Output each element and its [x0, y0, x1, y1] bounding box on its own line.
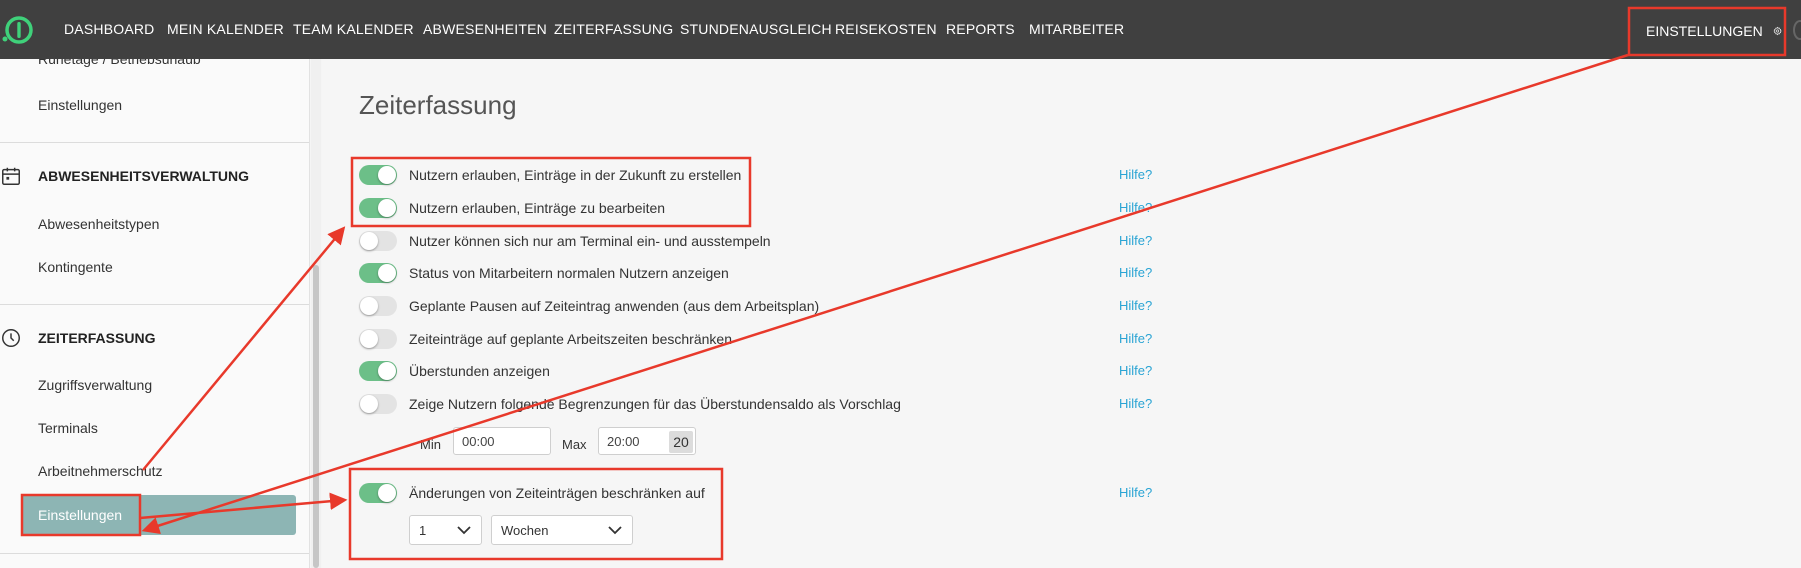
setting-row-overtime: Überstunden anzeigen — [359, 359, 550, 383]
toggle-terminal-only[interactable] — [359, 231, 397, 251]
clock-icon — [2, 329, 20, 347]
setting-row-planned-breaks: Geplante Pausen auf Zeiteintrag anwenden… — [359, 294, 819, 318]
toggle-planned-breaks[interactable] — [359, 296, 397, 316]
help-link[interactable]: Hilfe? — [1119, 265, 1152, 280]
min-input[interactable] — [453, 427, 551, 455]
sidebar-item-kontingente[interactable]: Kontingente — [38, 259, 113, 275]
toggle-edit-entries[interactable] — [359, 198, 397, 218]
top-navigation-bar: DASHBOARD MEIN KALENDER TEAM KALENDER AB… — [0, 0, 1801, 59]
chevron-down-icon — [457, 526, 471, 535]
help-link[interactable]: Hilfe? — [1119, 331, 1152, 346]
nav-mein-kalender[interactable]: MEIN KALENDER — [167, 0, 284, 59]
sidebar-item-einstellungen-top[interactable]: Einstellungen — [38, 97, 122, 113]
help-link[interactable]: Hilfe? — [1119, 396, 1152, 411]
toggle-restrict-planned[interactable] — [359, 329, 397, 349]
setting-row-restrict-changes: Änderungen von Zeiteinträgen beschränken… — [359, 481, 705, 505]
nav-einstellungen-label: EINSTELLUNGEN — [1646, 23, 1763, 39]
sidebar-item-arbeitnehmerschutz[interactable]: Arbeitnehmerschutz — [38, 463, 163, 479]
restrict-unit-select[interactable]: Wochen — [491, 515, 633, 545]
topbar-edge-avatar[interactable] — [1793, 20, 1801, 40]
nav-dashboard[interactable]: DASHBOARD — [64, 0, 154, 59]
sidebar-item-ruhetage[interactable]: Ruhetage / Betriebsurlaub — [38, 59, 201, 67]
setting-label: Nutzern erlauben, Einträge zu bearbeiten — [409, 200, 666, 216]
setting-row-overtime-limits: Zeige Nutzern folgende Begrenzungen für … — [359, 392, 901, 416]
sidebar-item-abwesenheitstypen[interactable]: Abwesenheitstypen — [38, 216, 159, 232]
sidebar-section-title: ZEITERFASSUNG — [38, 330, 156, 346]
sidebar-item-terminals[interactable]: Terminals — [38, 420, 98, 436]
setting-row-show-status: Status von Mitarbeitern normalen Nutzern… — [359, 261, 729, 285]
setting-label: Nutzern erlauben, Einträge in der Zukunf… — [409, 167, 742, 183]
calendar-icon — [2, 167, 20, 185]
toggle-restrict-changes[interactable] — [359, 483, 397, 503]
setting-row-restrict-planned: Zeiteinträge auf geplante Arbeitszeiten … — [359, 327, 732, 351]
nav-reisekosten[interactable]: REISEKOSTEN — [835, 0, 937, 59]
setting-label: Zeiteinträge auf geplante Arbeitszeiten … — [409, 331, 732, 347]
sidebar: Ruhetage / Betriebsurlaub Einstellungen … — [0, 59, 310, 568]
restrict-unit-value: Wochen — [501, 522, 549, 538]
setting-row-edit-entries: Nutzern erlauben, Einträge zu bearbeiten — [359, 196, 665, 220]
toggle-overtime[interactable] — [359, 361, 397, 381]
help-link[interactable]: Hilfe? — [1119, 485, 1152, 500]
toggle-show-status[interactable] — [359, 263, 397, 283]
sidebar-divider — [0, 142, 309, 143]
sidebar-divider — [0, 553, 309, 554]
nav-team-kalender[interactable]: TEAM KALENDER — [293, 0, 414, 59]
setting-row-future-entries: Nutzern erlauben, Einträge in der Zukunf… — [359, 163, 741, 187]
app-logo-icon[interactable] — [2, 14, 34, 46]
setting-label: Änderungen von Zeiteinträgen beschränken… — [409, 485, 705, 501]
chevron-down-icon — [608, 526, 622, 535]
help-link[interactable]: Hilfe? — [1119, 200, 1152, 215]
max-stepper-tag[interactable]: 20 — [669, 431, 693, 453]
gear-icon — [1773, 26, 1782, 36]
setting-label: Überstunden anzeigen — [409, 363, 550, 379]
page-title: Zeiterfassung — [359, 90, 517, 120]
nav-zeiterfassung[interactable]: ZEITERFASSUNG — [554, 0, 673, 59]
setting-label: Geplante Pausen auf Zeiteintrag anwenden… — [409, 298, 820, 314]
setting-label: Status von Mitarbeitern normalen Nutzern… — [409, 265, 729, 281]
nav-stundenausgleich[interactable]: STUNDENAUSGLEICH — [680, 0, 832, 59]
min-label: Min — [420, 437, 441, 452]
sidebar-section-title: ABWESENHEITSVERWALTUNG — [38, 168, 250, 184]
sidebar-section-zeiterfassung[interactable]: ZEITERFASSUNG — [0, 323, 155, 353]
nav-abwesenheiten[interactable]: ABWESENHEITEN — [423, 0, 547, 59]
sidebar-section-abwesenheitsverwaltung[interactable]: ABWESENHEITSVERWALTUNG — [0, 161, 249, 191]
sidebar-scrollbar-thumb[interactable] — [313, 265, 319, 568]
max-label: Max — [562, 437, 587, 452]
help-link[interactable]: Hilfe? — [1119, 233, 1152, 248]
sidebar-item-einstellungen-active[interactable]: Einstellungen — [22, 495, 296, 535]
help-link[interactable]: Hilfe? — [1119, 298, 1152, 313]
setting-label: Zeige Nutzern folgende Begrenzungen für … — [409, 396, 901, 412]
sidebar-item-zugriffsverwaltung[interactable]: Zugriffsverwaltung — [38, 377, 152, 393]
toggle-overtime-limits[interactable] — [359, 394, 397, 414]
restrict-count-value: 1 — [419, 522, 427, 538]
help-link[interactable]: Hilfe? — [1119, 167, 1152, 182]
nav-reports[interactable]: REPORTS — [946, 0, 1015, 59]
nav-mitarbeiter[interactable]: MITARBEITER — [1029, 0, 1124, 59]
setting-label: Nutzer können sich nur am Terminal ein- … — [409, 233, 771, 249]
restrict-count-select[interactable]: 1 — [409, 515, 482, 545]
setting-row-terminal-only: Nutzer können sich nur am Terminal ein- … — [359, 229, 771, 253]
toggle-future-entries[interactable] — [359, 165, 397, 185]
sidebar-divider — [0, 304, 309, 305]
nav-einstellungen-button[interactable]: EINSTELLUNGEN — [1632, 8, 1782, 54]
help-link[interactable]: Hilfe? — [1119, 363, 1152, 378]
